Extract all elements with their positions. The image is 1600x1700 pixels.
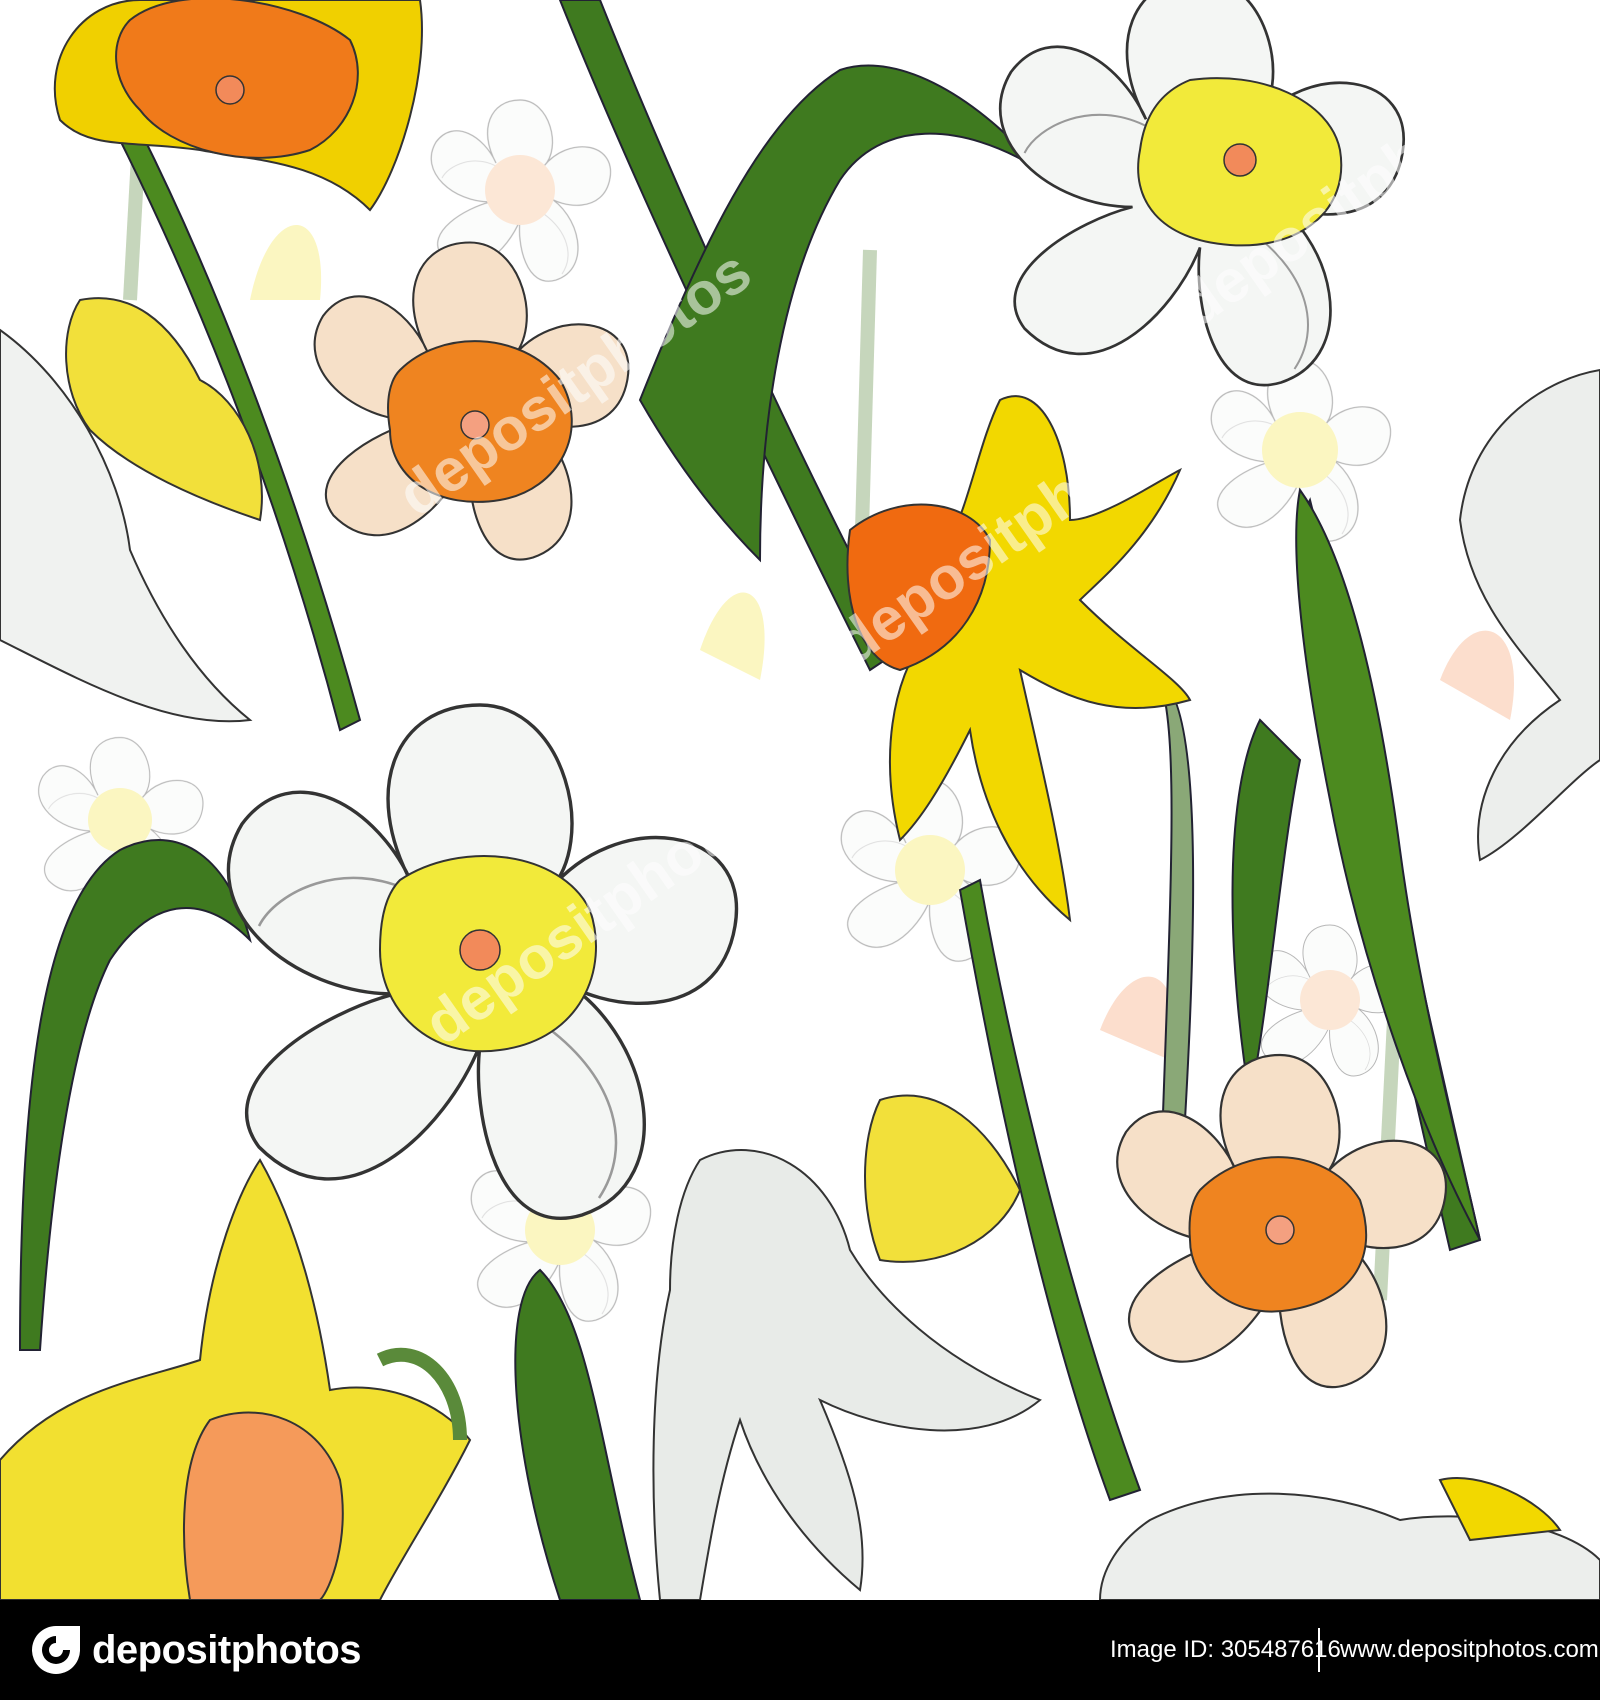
orange-trumpet-flower-top-left — [53, 0, 423, 212]
stock-image: depositphotos depositphotos depositphoto… — [0, 0, 1600, 1700]
depositphotos-logo-icon — [32, 1626, 80, 1674]
depositphotos-logo[interactable]: depositphotos — [30, 1622, 362, 1678]
image-id-text: Image ID: 305487616 — [1110, 1636, 1341, 1663]
watermark-footer-bar: depositphotos Image ID: 305487616 www.de… — [0, 1600, 1600, 1700]
daffodil-pattern-illustration: depositphotos depositphotos depositphoto… — [0, 0, 1600, 1600]
white-flower-bottom-center — [652, 1094, 1042, 1600]
white-flower-bottom-right — [1098, 1477, 1600, 1600]
yellow-orange-flower-bottom-left — [0, 1158, 472, 1600]
daffodil-pattern-svg: depositphotos depositphotos depositphoto… — [0, 0, 1600, 1600]
white-flower-right-edge — [1458, 368, 1600, 862]
footer-divider — [1318, 1628, 1320, 1672]
site-url-link[interactable]: www.depositphotos.com — [1340, 1636, 1599, 1664]
brand-name: depositphotos — [92, 1627, 362, 1672]
